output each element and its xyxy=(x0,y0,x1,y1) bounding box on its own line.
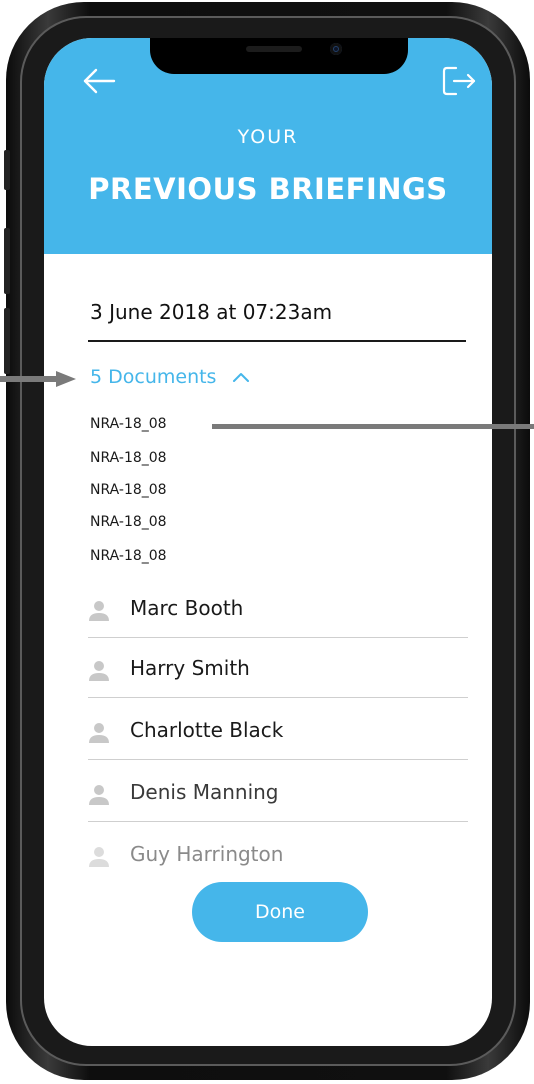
person-icon xyxy=(89,661,109,681)
person-row[interactable]: Harry Smith xyxy=(88,646,468,698)
person-row[interactable]: Marc Booth xyxy=(88,586,468,638)
logout-icon[interactable] xyxy=(442,66,478,96)
document-item[interactable]: NRA-18_08 xyxy=(90,450,167,466)
page-title: PREVIOUS BRIEFINGS xyxy=(88,172,448,206)
person-row[interactable]: Charlotte Black xyxy=(88,708,468,760)
annotation-arrow-icon xyxy=(0,371,76,387)
documents-toggle[interactable]: 5 Documents xyxy=(90,366,250,388)
row-divider xyxy=(88,697,468,698)
annotation-line xyxy=(212,424,534,429)
row-divider xyxy=(88,637,468,638)
speaker-grille xyxy=(246,46,302,52)
documents-toggle-label: 5 Documents xyxy=(90,366,217,388)
person-name: Charlotte Black xyxy=(130,718,284,742)
header-bar: YOUR PREVIOUS BRIEFINGS xyxy=(44,38,492,254)
person-row[interactable]: Guy Harrington xyxy=(88,832,468,884)
briefing-date: 3 June 2018 at 07:23am xyxy=(90,300,333,324)
person-icon xyxy=(89,723,109,743)
person-row[interactable]: Denis Manning xyxy=(88,770,468,822)
arrow-left-icon[interactable] xyxy=(82,68,116,94)
person-icon xyxy=(89,785,109,805)
side-button-volume-up xyxy=(4,228,10,294)
person-name: Guy Harrington xyxy=(130,842,284,866)
row-divider xyxy=(88,821,468,822)
app-screen: YOUR PREVIOUS BRIEFINGS 3 June 2018 at 0… xyxy=(44,38,492,1046)
front-camera xyxy=(330,43,342,55)
person-icon xyxy=(89,601,109,621)
document-item[interactable]: NRA-18_08 xyxy=(90,514,167,530)
person-icon xyxy=(89,847,109,867)
person-name: Marc Booth xyxy=(130,596,244,620)
date-divider xyxy=(88,340,466,342)
done-button[interactable]: Done xyxy=(192,882,368,942)
row-divider xyxy=(88,759,468,760)
side-button-volume-down xyxy=(4,308,10,374)
document-item[interactable]: NRA-18_08 xyxy=(90,416,167,432)
header-subtitle: YOUR xyxy=(237,126,299,148)
document-item[interactable]: NRA-18_08 xyxy=(90,548,167,564)
chevron-up-icon xyxy=(233,373,250,382)
person-name: Harry Smith xyxy=(130,656,250,680)
side-button-mute xyxy=(4,150,10,190)
document-item[interactable]: NRA-18_08 xyxy=(90,482,167,498)
notch xyxy=(150,38,408,74)
person-name: Denis Manning xyxy=(130,780,279,804)
